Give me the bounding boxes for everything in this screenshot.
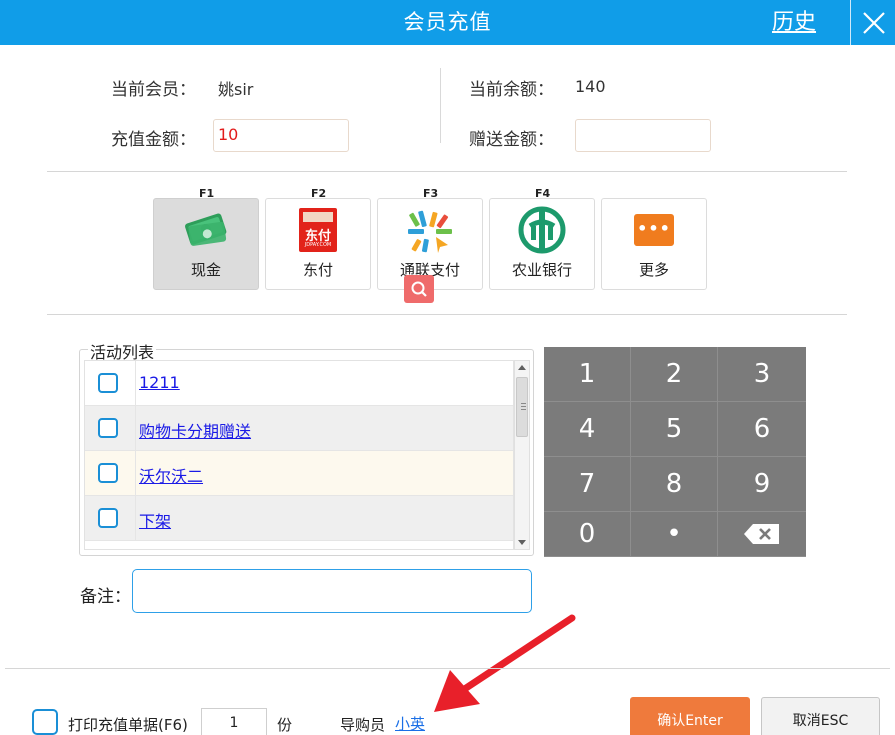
bonus-amount-input[interactable] [575,119,711,152]
abc-bank-icon [490,206,594,254]
close-icon [863,12,885,34]
cancel-button[interactable]: 取消ESC [761,697,880,735]
confirm-button[interactable]: 确认Enter [630,697,750,735]
list-item[interactable]: 下架 [85,496,513,541]
footer-divider [5,668,890,669]
dongfu-icon: 东付 JDPAY.COM [266,207,370,253]
activity-checkbox[interactable] [98,418,118,438]
annotation-arrow-icon [434,614,576,712]
key-5[interactable]: 5 [631,402,718,457]
key-3[interactable]: 3 [718,347,806,402]
bonus-amount-label: 赠送金额： [469,130,554,150]
payment-label: 现金 [190,261,221,279]
section-divider [47,314,847,315]
recharge-amount-input[interactable]: 10 [213,119,349,152]
key-6[interactable]: 6 [718,402,806,457]
backspace-icon [744,524,779,544]
key-8[interactable]: 8 [631,457,718,512]
remark-input[interactable] [132,569,532,613]
window-title: 会员充值 [403,10,492,34]
copies-unit: 份 [277,716,293,734]
key-backspace[interactable] [718,512,806,557]
history-link[interactable]: 历史 [772,0,816,45]
print-receipt-label: 打印充值单据(F6) [68,716,188,734]
shopping-guide-label: 导购员 [340,716,386,734]
payment-abc-bank[interactable]: 农业银行 [489,198,595,290]
activity-checkbox[interactable] [98,508,118,528]
title-bar: 会员充值 历史 [0,0,895,45]
balance-label: 当前余额： [469,80,554,100]
activity-link[interactable]: 购物卡分期赠送 [139,418,251,442]
current-member-value: 姚sir [218,80,254,99]
activity-list[interactable]: 1211 购物卡分期赠送 沃尔沃二 下架 [84,360,514,550]
recharge-amount-label: 充值金额： [111,130,196,150]
activity-link[interactable]: 沃尔沃二 [139,463,203,487]
list-item [85,541,513,549]
activity-link[interactable]: 下架 [139,508,171,532]
print-receipt-checkbox[interactable] [32,709,58,735]
current-member-label: 当前会员： [111,80,196,100]
payment-more[interactable]: ••• 更多 [601,198,707,290]
activity-link[interactable]: 1211 [139,373,180,392]
key-2[interactable]: 2 [631,347,718,402]
scroll-up-icon[interactable] [518,365,526,370]
allinpay-icon [378,207,482,253]
more-icon: ••• [602,207,706,253]
payment-dongfu[interactable]: 东付 JDPAY.COM 东付 [265,198,371,290]
payment-label: 东付 [302,261,333,279]
search-icon [411,281,427,297]
section-divider [47,171,847,172]
remark-label: 备注： [80,587,131,607]
list-item[interactable]: 沃尔沃二 [85,451,513,496]
copies-input[interactable]: 1 [201,708,267,735]
key-9[interactable]: 9 [718,457,806,512]
payment-label: 农业银行 [511,261,572,279]
scroll-thumb[interactable] [516,377,528,437]
payment-label: 更多 [638,261,669,279]
close-button[interactable] [850,0,895,45]
key-dot[interactable]: • [631,512,718,557]
shopping-guide-link[interactable]: 小英 [395,713,425,734]
balance-value: 140 [575,77,606,96]
numeric-keypad: 1 2 3 4 5 6 7 8 9 0 • [544,347,806,557]
payment-cash[interactable]: 现金 [153,198,259,290]
key-0[interactable]: 0 [544,512,631,557]
key-4[interactable]: 4 [544,402,631,457]
info-divider [440,68,441,143]
activity-checkbox[interactable] [98,463,118,483]
list-item[interactable]: 购物卡分期赠送 [85,406,513,451]
scroll-down-icon[interactable] [518,540,526,545]
list-item[interactable]: 1211 [85,361,513,406]
activity-list-scrollbar[interactable] [514,360,530,550]
payment-search-button[interactable] [404,275,434,303]
activity-checkbox[interactable] [98,373,118,393]
cash-icon [154,207,258,253]
key-1[interactable]: 1 [544,347,631,402]
key-7[interactable]: 7 [544,457,631,512]
